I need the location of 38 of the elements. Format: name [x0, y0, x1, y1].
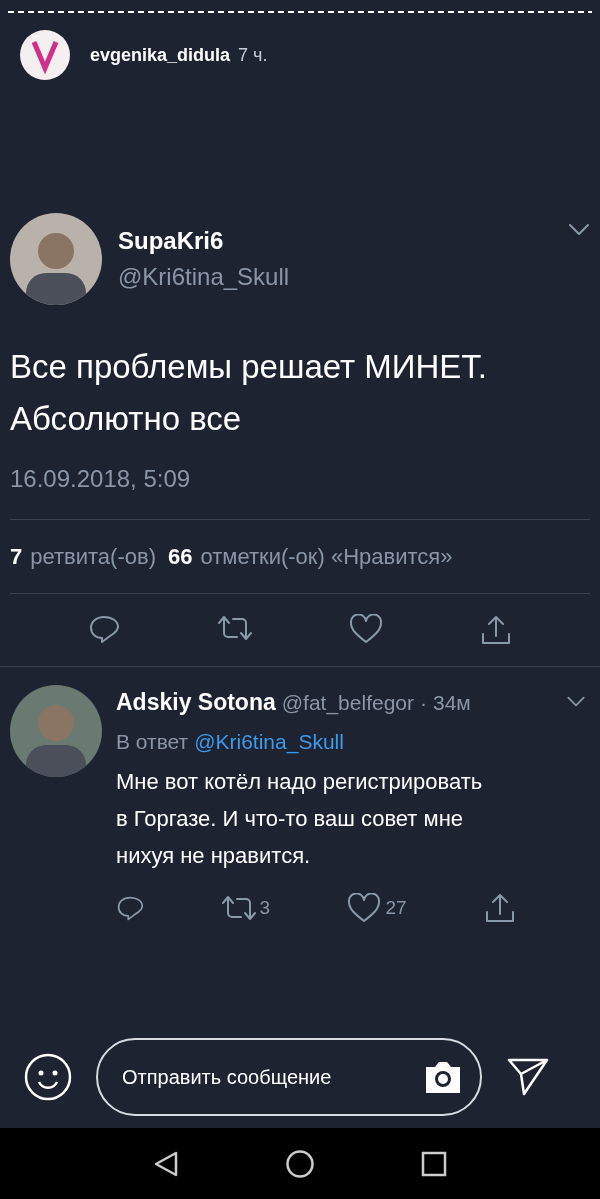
stat-label: ретвита(-ов) [30, 543, 156, 571]
tweet-date: 16.09.2018, 5:09 [9, 464, 192, 494]
share-icon[interactable] [484, 892, 516, 924]
retweet-icon[interactable] [216, 614, 253, 642]
heart-icon[interactable] [347, 893, 382, 923]
back-icon[interactable] [153, 1149, 179, 1178]
smiley-icon[interactable] [24, 1053, 72, 1101]
author-name[interactable]: SupaKri6 [118, 223, 552, 259]
avatar[interactable] [20, 30, 70, 80]
reply-time: 34м [433, 689, 471, 716]
chevron-icon[interactable] [568, 223, 590, 237]
story-time: 7 ч. [238, 43, 268, 67]
reply-text-line: Мне вот котёл надо регистрировать [116, 768, 484, 796]
reply-text-line: нихуя не нравится. [116, 842, 312, 870]
recents-icon[interactable] [421, 1150, 447, 1177]
tweet-text-line: Абсолютно все [10, 399, 243, 439]
share-icon[interactable] [479, 614, 512, 646]
separator: · [420, 689, 427, 716]
username[interactable]: evgenika_didula [90, 41, 231, 69]
stat-count: 7 [10, 543, 23, 571]
stat-count: 66 [168, 543, 193, 571]
send-icon[interactable] [506, 1057, 550, 1097]
author-handle[interactable]: @fat_belfegor [281, 686, 414, 718]
home-icon[interactable] [285, 1148, 315, 1179]
like-count: 27 [385, 895, 407, 920]
tweet-text-line: Все проблемы решает МИНЕТ. [10, 347, 488, 387]
reply-label: В ответ [116, 728, 189, 755]
chevron-icon[interactable] [566, 696, 586, 709]
reply-text-line: в Горгазе. И что-то ваш совет мне [116, 805, 465, 833]
mention-link[interactable]: @Kri6tina_Skull [194, 725, 344, 757]
retweet-count: 3 [259, 895, 270, 920]
reply-icon[interactable] [88, 614, 121, 644]
heart-icon[interactable] [349, 614, 384, 644]
stat-label: отметки(-ок) «Нравится» [200, 543, 453, 571]
author-handle[interactable]: @Kri6tina_Skull [118, 259, 552, 295]
retweet-icon[interactable] [221, 894, 258, 922]
message-field[interactable]: Отправить сообщение [96, 1038, 482, 1116]
author-name[interactable]: Adskiy Sotona [116, 685, 276, 720]
